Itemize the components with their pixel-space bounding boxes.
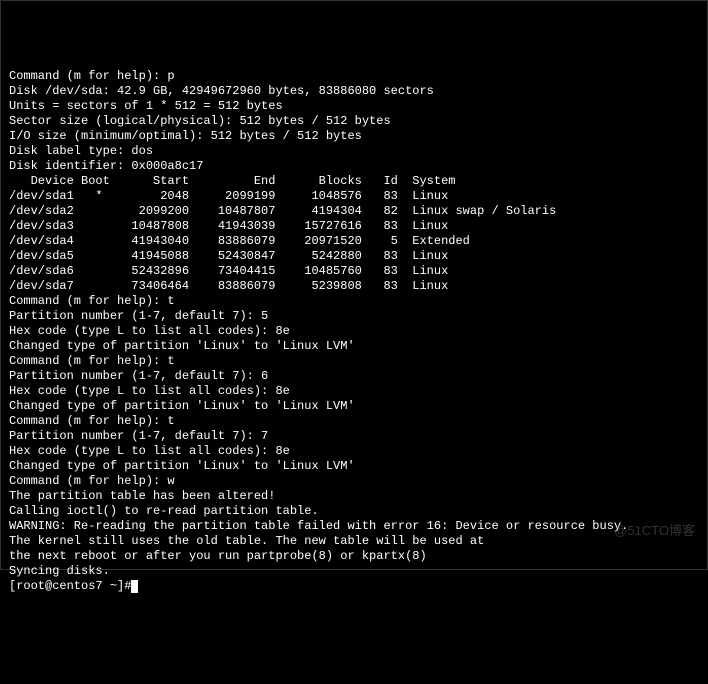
command-line: Command (m for help): t [9,354,699,369]
partition-table-header: Device Boot Start End Blocks Id System [9,174,699,189]
command-line: Partition number (1-7, default 7): 5 [9,309,699,324]
disk-info-line: Sector size (logical/physical): 512 byte… [9,114,699,129]
output-line: Changed type of partition 'Linux' to 'Li… [9,399,699,414]
command-line: Hex code (type L to list all codes): 8e [9,384,699,399]
output-line: the next reboot or after you run partpro… [9,549,699,564]
terminal-output: Command (m for help): pDisk /dev/sda: 42… [9,69,699,594]
command-line: Command (m for help): w [9,474,699,489]
command-line: Hex code (type L to list all codes): 8e [9,444,699,459]
disk-info-line: I/O size (minimum/optimal): 512 bytes / … [9,129,699,144]
partition-table-row: /dev/sda6 52432896 73404415 10485760 83 … [9,264,699,279]
cursor [131,580,138,593]
command-line: Partition number (1-7, default 7): 6 [9,369,699,384]
output-line: WARNING: Re-reading the partition table … [9,519,699,534]
disk-info-line: Units = sectors of 1 * 512 = 512 bytes [9,99,699,114]
command-line: Command (m for help): t [9,294,699,309]
disk-info-line: Disk identifier: 0x000a8c17 [9,159,699,174]
shell-prompt[interactable]: [root@centos7 ~]# [9,579,699,594]
partition-table-row: /dev/sda7 73406464 83886079 5239808 83 L… [9,279,699,294]
output-line: Changed type of partition 'Linux' to 'Li… [9,459,699,474]
partition-table-row: /dev/sda3 10487808 41943039 15727616 83 … [9,219,699,234]
command-line: Hex code (type L to list all codes): 8e [9,324,699,339]
command-line: Partition number (1-7, default 7): 7 [9,429,699,444]
partition-table-row: /dev/sda2 2099200 10487807 4194304 82 Li… [9,204,699,219]
command-line: Command (m for help): t [9,414,699,429]
command-line: Command (m for help): p [9,69,699,84]
partition-table-row: /dev/sda5 41945088 52430847 5242880 83 L… [9,249,699,264]
partition-table-row: /dev/sda4 41943040 83886079 20971520 5 E… [9,234,699,249]
output-line: Syncing disks. [9,564,699,579]
output-line: The partition table has been altered! [9,489,699,504]
output-line: Calling ioctl() to re-read partition tab… [9,504,699,519]
disk-info-line: Disk label type: dos [9,144,699,159]
output-line: Changed type of partition 'Linux' to 'Li… [9,339,699,354]
partition-table-row: /dev/sda1 * 2048 2099199 1048576 83 Linu… [9,189,699,204]
output-line: The kernel still uses the old table. The… [9,534,699,549]
disk-info-line: Disk /dev/sda: 42.9 GB, 42949672960 byte… [9,84,699,99]
